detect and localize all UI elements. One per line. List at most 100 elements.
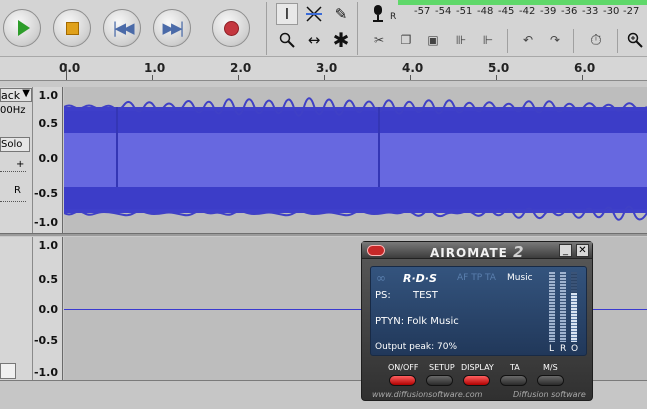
selection-tool[interactable]: I (276, 3, 298, 25)
display-label: DISPLAY (461, 363, 494, 372)
silence-icon: ⊩ (482, 33, 494, 47)
track2-control-panel (0, 237, 33, 380)
track2-collapse-button[interactable] (0, 363, 16, 379)
amplitude-label: 1.0 (38, 239, 59, 252)
toolbar-divider (617, 29, 618, 53)
ibeam-icon: I (284, 5, 290, 23)
zoom-in-button[interactable] (624, 30, 646, 50)
ta-button[interactable] (500, 375, 527, 386)
airomate-title: AIROMATE 2 (430, 243, 525, 261)
ruler-tick-label: 5.0 (488, 61, 510, 75)
ruler-tick (324, 75, 325, 80)
input-level-meter[interactable]: -57 -54 -51 -48 -45 -42 -39 -36 -33 -30 … (398, 0, 647, 22)
toolbar-divider (573, 29, 574, 53)
pan-slider[interactable] (0, 201, 26, 202)
record-icon (223, 20, 239, 36)
track1-rate: 00Hz (0, 105, 26, 116)
ruler-tick-label: 2.0 (230, 61, 252, 75)
paste-icon: ▣ (427, 33, 439, 47)
skip-to-end-button[interactable]: ▶▶| (153, 9, 191, 47)
ps-label: PS: (375, 290, 391, 301)
copy-button[interactable]: ❐ (395, 30, 417, 50)
stop-button[interactable] (53, 9, 91, 47)
amplitude-label: -0.5 (33, 334, 58, 347)
timeline-ruler[interactable]: 0.0 1.0 2.0 3.0 4.0 5.0 6.0 (0, 57, 647, 81)
play-icon (18, 20, 30, 36)
track1-menu-button[interactable]: ack ▼ (0, 88, 32, 102)
copy-icon: ❐ (400, 33, 412, 47)
onoff-button[interactable] (389, 375, 416, 386)
gain-slider[interactable] (0, 171, 26, 172)
close-button[interactable]: ✕ (576, 244, 589, 257)
envelope-icon (306, 6, 322, 22)
meter-scale-label: -27 (623, 6, 640, 17)
time-shift-tool[interactable]: ↔ (303, 29, 325, 51)
silence-button[interactable]: ⊩ (477, 30, 499, 50)
sync-lock-button[interactable]: ⏱ (585, 30, 607, 50)
ruler-tick-label: 1.0 (144, 61, 166, 75)
setup-button[interactable] (426, 375, 453, 386)
multi-tool[interactable]: ✱ (330, 28, 352, 52)
meter-level-fill (398, 0, 647, 5)
trim-button[interactable]: ⊪ (450, 30, 472, 50)
amplitude-label: -1.0 (33, 216, 58, 229)
zoom-tool[interactable] (276, 29, 298, 51)
amplitude-label: 0.5 (38, 273, 59, 286)
amplitude-label: 0.5 (38, 117, 59, 130)
ruler-tick-label: 0.0 (59, 61, 81, 75)
timer-icon: ⏱ (590, 31, 602, 49)
cut-button[interactable]: ✂ (368, 30, 390, 50)
ruler-tick-label: 4.0 (402, 61, 424, 75)
skip-end-icon: ▶▶| (162, 19, 184, 37)
rds-display-panel: ∞ R·D·S AF TP TA Music PS: TEST PTYN: Fo… (370, 266, 587, 356)
airomate-window[interactable]: AIROMATE 2 _ ✕ ∞ R·D·S AF TP TA Music PS… (361, 241, 593, 401)
ptyn-label: PTYN: (375, 316, 405, 327)
play-button[interactable] (3, 9, 41, 47)
track-separator[interactable] (0, 233, 647, 236)
ps-value: TEST (413, 290, 438, 301)
playhead-marker[interactable] (66, 64, 67, 80)
footer-brand: Diffusion software (513, 390, 586, 399)
minimize-button[interactable]: _ (559, 244, 572, 257)
skip-to-start-button[interactable]: |◀◀ (103, 9, 141, 47)
asterisk-icon: ✱ (332, 28, 350, 52)
rds-link-icon: ∞ (376, 271, 386, 285)
amplitude-label: 0.0 (38, 152, 59, 165)
output-level-meter (571, 272, 577, 342)
undo-button[interactable]: ↶ (517, 30, 539, 50)
meter-scale-label: -42 (519, 6, 536, 17)
ptyn-value: Folk Music (407, 316, 459, 327)
waveform-graphic (64, 87, 647, 233)
amplitude-label: 1.0 (38, 89, 59, 102)
redo-button[interactable]: ↷ (544, 30, 566, 50)
ruler-tick (496, 75, 497, 80)
meter-scale-label: -36 (561, 6, 578, 17)
trim-icon: ⊪ (455, 33, 467, 47)
airomate-titlebar[interactable]: AIROMATE 2 _ ✕ (362, 242, 592, 261)
meter-scale-label: -45 (498, 6, 515, 17)
meter-scale-label: -51 (456, 6, 473, 17)
draw-tool[interactable]: ✎ (330, 3, 352, 25)
ms-button[interactable] (537, 375, 564, 386)
track1-waveform[interactable] (64, 87, 647, 233)
microphone-meter-toggle[interactable] (368, 2, 390, 24)
airomate-logo-icon (367, 245, 385, 256)
close-icon: ✕ (578, 245, 587, 256)
onoff-label: ON/OFF (388, 363, 419, 372)
solo-button[interactable]: Solo (0, 137, 30, 152)
redo-icon: ↷ (549, 33, 561, 47)
undo-icon: ↶ (522, 33, 534, 47)
toolbar-divider (507, 29, 508, 53)
display-button[interactable] (463, 375, 490, 386)
meter-label-l: L (549, 344, 555, 354)
record-button[interactable] (212, 9, 250, 47)
paste-button[interactable]: ▣ (422, 30, 444, 50)
meter-scale-label: -57 (414, 6, 431, 17)
toolbar-divider (266, 2, 267, 55)
rds-flags: AF TP TA (457, 273, 496, 283)
scissors-icon: ✂ (373, 33, 385, 47)
ruler-tick (582, 75, 583, 80)
audio-editor-window: { "toolbar": { "play": "play-icon", "sto… (0, 0, 647, 409)
envelope-tool[interactable] (303, 3, 325, 25)
rds-logo: R·D·S (403, 272, 437, 285)
